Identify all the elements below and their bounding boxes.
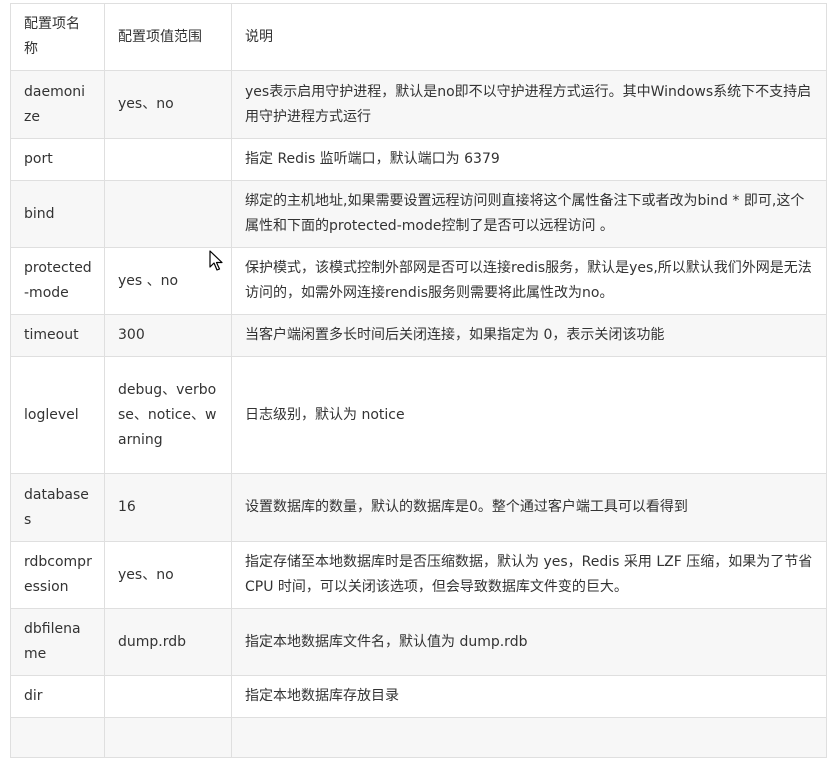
config-range-cell: yes、no xyxy=(104,541,232,609)
config-range-cell: dump.rdb xyxy=(104,608,232,676)
config-name-cell: databases xyxy=(10,473,105,542)
config-range-cell xyxy=(104,675,232,718)
config-name-cell: port xyxy=(10,138,105,181)
config-name-cell: loglevel xyxy=(10,356,105,474)
mouse-pointer-icon xyxy=(209,250,225,272)
config-name-cell xyxy=(10,717,105,758)
config-description-cell: 指定存储至本地数据库时是否压缩数据，默认为 yes，Redis 采用 LZF 压… xyxy=(231,541,827,609)
config-range-cell xyxy=(104,717,232,758)
config-name-cell: protected-mode xyxy=(10,247,105,315)
config-description-cell xyxy=(231,717,827,758)
config-description-cell: 保护模式，该模式控制外部网是否可以连接redis服务，默认是yes,所以默认我们… xyxy=(231,247,827,315)
config-description-cell: yes表示启用守护进程，默认是no即不以守护进程方式运行。其中Windows系统… xyxy=(231,70,827,139)
config-name-cell: daemonize xyxy=(10,70,105,139)
config-description-cell: 指定本地数据库存放目录 xyxy=(231,675,827,718)
header-config-range: 配置项值范围 xyxy=(104,3,232,71)
config-name-cell: bind xyxy=(10,180,105,248)
config-range-cell: yes、no xyxy=(104,70,232,139)
config-name-cell: dbfilename xyxy=(10,608,105,676)
table-row xyxy=(10,717,827,758)
config-name-cell: dir xyxy=(10,675,105,718)
redis-config-table: 配置项名称 配置项值范围 说明 daemonize yes、no yes表示启用… xyxy=(10,3,827,758)
config-description-cell: 日志级别，默认为 notice xyxy=(231,356,827,474)
config-range-cell: debug、verbose、notice、warning xyxy=(104,356,232,474)
table-header-row: 配置项名称 配置项值范围 说明 xyxy=(10,3,827,71)
config-description-cell: 指定 Redis 监听端口，默认端口为 6379 xyxy=(231,138,827,181)
table-row: bind 绑定的主机地址,如果需要设置远程访问则直接将这个属性备注下或者改为bi… xyxy=(10,180,827,248)
config-range-cell xyxy=(104,138,232,181)
header-config-name: 配置项名称 xyxy=(10,3,105,71)
config-range-cell: 300 xyxy=(104,314,232,357)
config-description-cell: 当客户端闲置多长时间后关闭连接，如果指定为 0，表示关闭该功能 xyxy=(231,314,827,357)
table-row: dbfilename dump.rdb 指定本地数据库文件名，默认值为 dump… xyxy=(10,608,827,676)
config-description-cell: 绑定的主机地址,如果需要设置远程访问则直接将这个属性备注下或者改为bind * … xyxy=(231,180,827,248)
table-row: protected-mode yes 、no 保护模式，该模式控制外部网是否可以… xyxy=(10,247,827,315)
config-name-cell: timeout xyxy=(10,314,105,357)
config-description-cell: 设置数据库的数量，默认的数据库是0。整个通过客户端工具可以看得到 xyxy=(231,473,827,542)
table-row: timeout 300 当客户端闲置多长时间后关闭连接，如果指定为 0，表示关闭… xyxy=(10,314,827,357)
config-range-cell: 16 xyxy=(104,473,232,542)
table-row: port 指定 Redis 监听端口，默认端口为 6379 xyxy=(10,138,827,181)
table-row: databases 16 设置数据库的数量，默认的数据库是0。整个通过客户端工具… xyxy=(10,473,827,542)
config-range-cell xyxy=(104,180,232,248)
table-row: loglevel debug、verbose、notice、warning 日志… xyxy=(10,356,827,474)
table-row: rdbcompression yes、no 指定存储至本地数据库时是否压缩数据，… xyxy=(10,541,827,609)
table-row: daemonize yes、no yes表示启用守护进程，默认是no即不以守护进… xyxy=(10,70,827,139)
header-description: 说明 xyxy=(231,3,827,71)
table-row: dir 指定本地数据库存放目录 xyxy=(10,675,827,718)
config-name-cell: rdbcompression xyxy=(10,541,105,609)
config-description-cell: 指定本地数据库文件名，默认值为 dump.rdb xyxy=(231,608,827,676)
